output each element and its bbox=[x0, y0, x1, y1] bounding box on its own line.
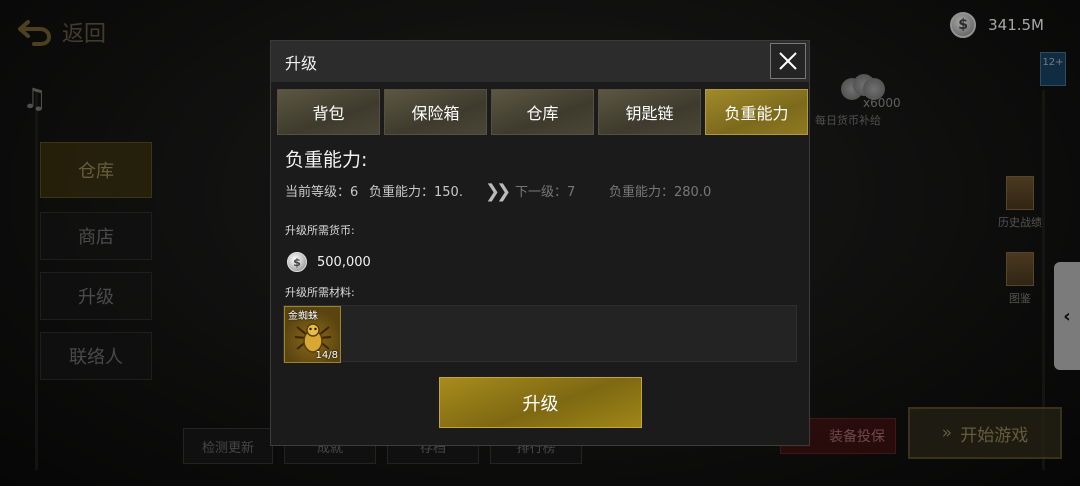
dialog-header: 升级 bbox=[271, 41, 809, 82]
tab-carry-capacity[interactable]: 负重能力 bbox=[705, 89, 808, 135]
upgrade-tabs: 背包 保险箱 仓库 钥匙链 负重能力 bbox=[277, 89, 808, 135]
upgrade-button[interactable]: 升级 bbox=[439, 377, 642, 428]
next-capacity: 负重能力：280.0 bbox=[609, 185, 712, 200]
current-level: 当前等级：6 bbox=[285, 185, 359, 200]
current-capacity: 负重能力：150. bbox=[369, 185, 463, 200]
material-count: 14/8 bbox=[315, 350, 338, 361]
cost-row: $ 500,000 bbox=[287, 252, 371, 272]
tab-keychain[interactable]: 钥匙链 bbox=[598, 89, 701, 135]
double-chevron-right-icon: ❯❯ bbox=[485, 181, 511, 202]
level-info: 当前等级：6 负重能力：150. ❯❯ 下一级：7 负重能力：280.0 bbox=[285, 181, 805, 202]
material-item[interactable]: 金蜘蛛 14/8 bbox=[284, 306, 341, 363]
section-title: 负重能力: bbox=[285, 149, 368, 171]
tab-warehouse[interactable]: 仓库 bbox=[491, 89, 594, 135]
cost-value: 500,000 bbox=[317, 254, 371, 270]
material-label: 升级所需材料: bbox=[285, 286, 355, 299]
material-name: 金蜘蛛 bbox=[288, 311, 318, 322]
upgrade-dialog: 升级 背包 保险箱 仓库 钥匙链 负重能力 负重能力: 当前等级：6 负重能力：… bbox=[270, 40, 810, 446]
close-button[interactable] bbox=[770, 43, 806, 79]
next-level: 下一级：7 bbox=[515, 185, 576, 200]
material-list: 金蜘蛛 14/8 bbox=[283, 305, 797, 363]
cost-label: 升级所需货币: bbox=[285, 224, 355, 237]
silver-coin-icon: $ bbox=[287, 252, 307, 272]
dialog-title: 升级 bbox=[285, 53, 318, 73]
close-icon bbox=[779, 52, 797, 70]
tab-backpack[interactable]: 背包 bbox=[277, 89, 380, 135]
tab-safe-box[interactable]: 保险箱 bbox=[384, 89, 487, 135]
